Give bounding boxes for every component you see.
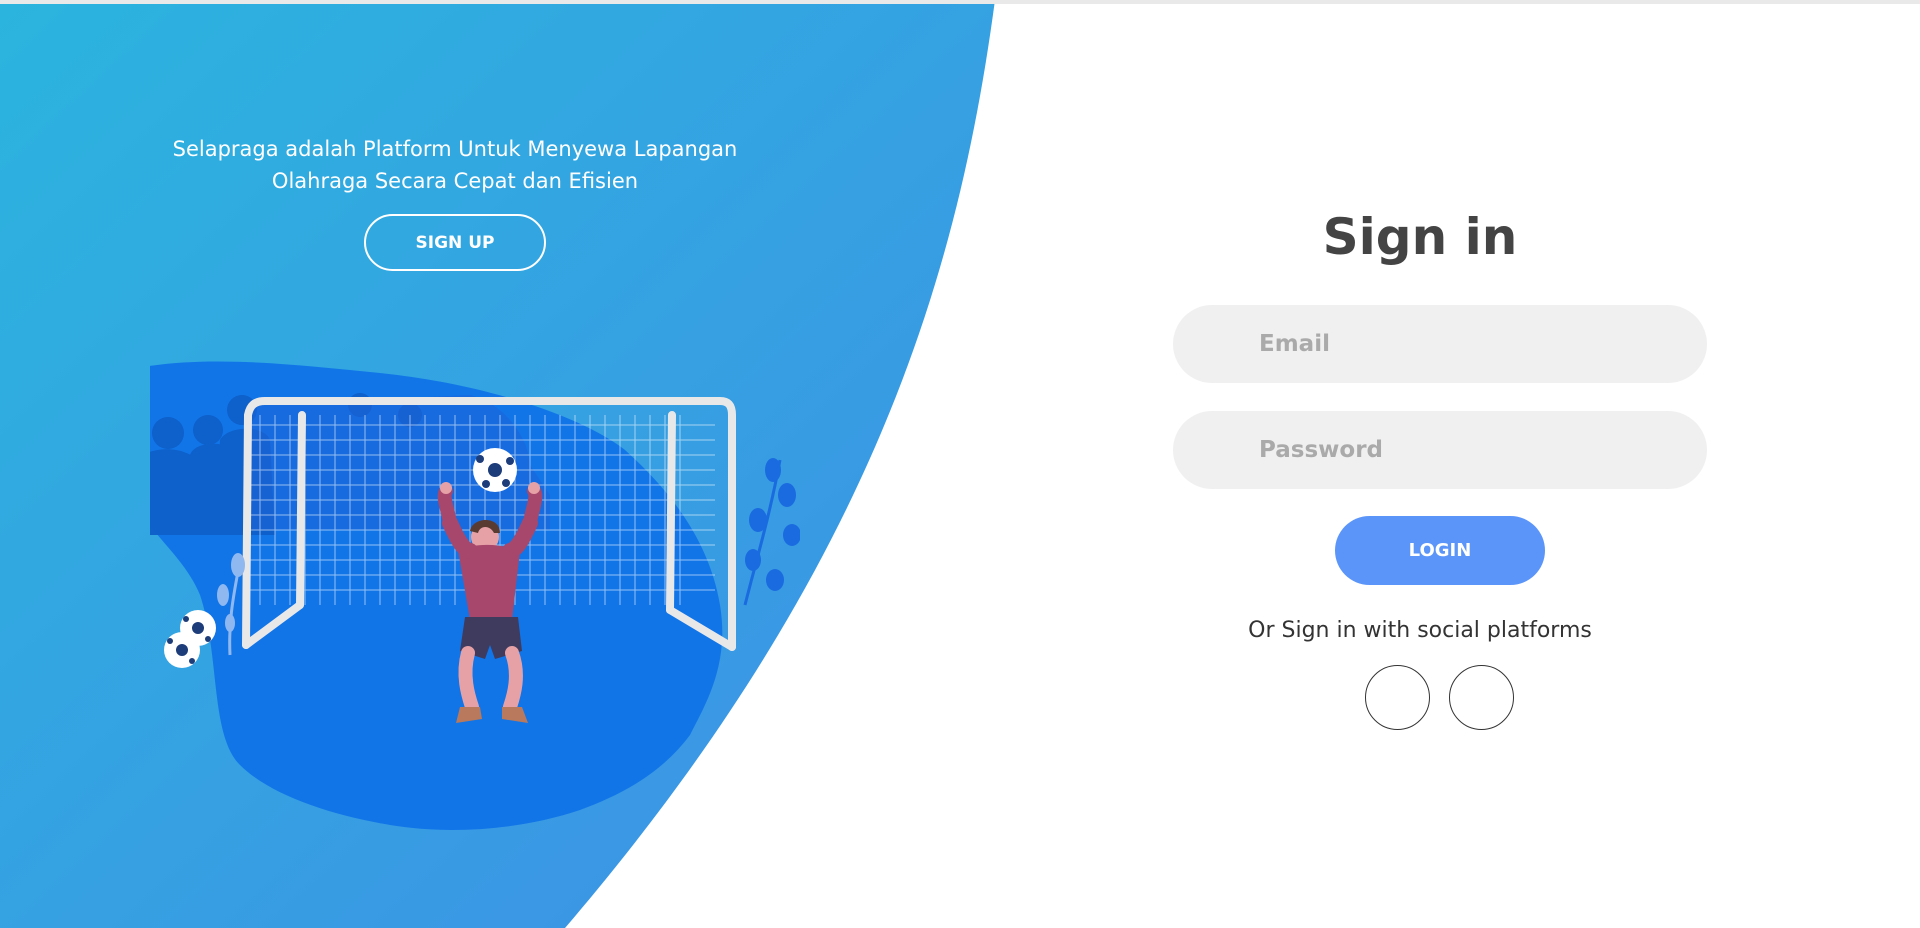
signin-panel: Sign in LOGIN Or Sign in with social pla…: [960, 0, 1920, 928]
top-divider: [0, 0, 1920, 4]
signin-title: Sign in: [1322, 208, 1518, 266]
tagline-line-1: Selapraga adalah Platform Untuk Menyewa …: [172, 137, 738, 161]
ball-icon: [473, 448, 517, 492]
login-button[interactable]: LOGIN: [1335, 516, 1545, 585]
social-signin-text: Or Sign in with social platforms: [1248, 618, 1592, 643]
password-field[interactable]: [1173, 411, 1707, 489]
tagline-line-2: Olahraga Secara Cepat dan Efisien: [271, 169, 639, 193]
email-field[interactable]: [1173, 305, 1707, 383]
goalkeeper-illustration-icon: [150, 361, 800, 830]
social-button-1[interactable]: [1365, 665, 1430, 730]
signup-button[interactable]: SIGN UP: [364, 214, 546, 271]
social-button-2[interactable]: [1449, 665, 1514, 730]
signin-page: Selapraga adalah Platform Untuk Menyewa …: [0, 0, 1920, 928]
hero-tagline: Selapraga adalah Platform Untuk Menyewa …: [120, 133, 790, 197]
